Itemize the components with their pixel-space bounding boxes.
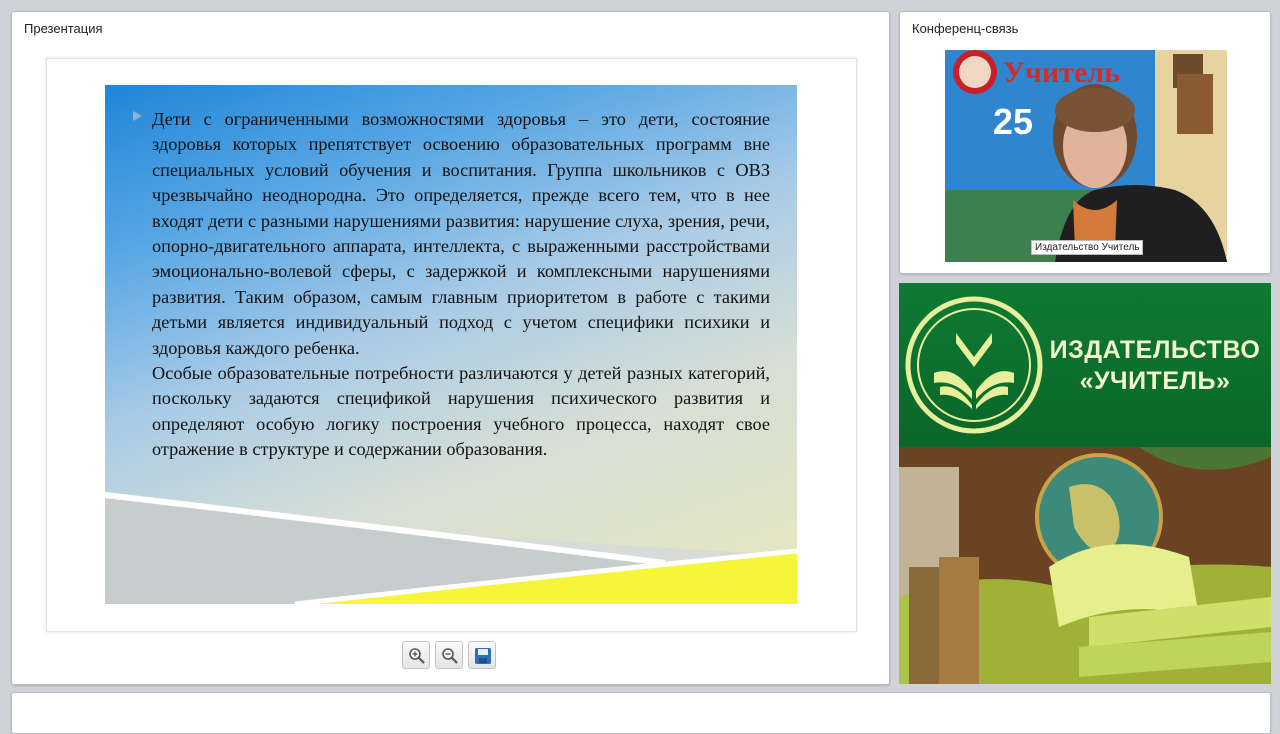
slide-paragraph-1: Дети с ограниченными возможностями здоро…	[152, 109, 770, 358]
slide-paragraph-2: Особые образовательные потребности разли…	[152, 363, 770, 460]
presentation-panel: Презентация Дети с ограниченными возможн…	[11, 11, 890, 685]
banner-header: ИЗДАТЕЛЬСТВО «УЧИТЕЛЬ»	[899, 283, 1271, 447]
save-button[interactable]	[468, 641, 496, 669]
zoom-in-button[interactable]	[402, 641, 430, 669]
video-backdrop-years: 25	[993, 101, 1033, 142]
video-scene: Учитель 25	[945, 50, 1227, 262]
bottom-panel	[11, 692, 1271, 734]
zoom-out-button[interactable]	[435, 641, 463, 669]
video-feed: Учитель 25 Издательство Учитель	[945, 50, 1227, 262]
zoom-in-icon	[409, 648, 425, 664]
publisher-line-2: «УЧИТЕЛЬ»	[1079, 367, 1231, 395]
slide-text: Дети с ограниченными возможностями здоро…	[152, 107, 770, 463]
slide: Дети с ограниченными возможностями здоро…	[105, 85, 797, 604]
publisher-banner: ИЗДАТЕЛЬСТВО «УЧИТЕЛЬ»	[899, 283, 1271, 684]
banner-photo	[899, 447, 1271, 684]
conference-title: Конференц-связь	[912, 21, 1019, 36]
presentation-title: Презентация	[24, 21, 103, 36]
publisher-line-1: ИЗДАТЕЛЬСТВО	[1049, 336, 1261, 364]
slide-frame: Дети с ограниченными возможностями здоро…	[46, 58, 857, 632]
publisher-logo-icon	[905, 296, 1043, 434]
bullet-arrow-icon	[133, 111, 142, 121]
video-backdrop-text: Учитель	[1003, 56, 1120, 89]
publisher-title: ИЗДАТЕЛЬСТВО «УЧИТЕЛЬ»	[1039, 335, 1271, 397]
zoom-out-icon	[442, 648, 458, 664]
books-globe-illustration	[899, 447, 1271, 684]
save-icon	[475, 648, 491, 664]
participant-label: Издательство Учитель	[1031, 240, 1144, 255]
conference-panel: Конференц-связь Учитель 25 Издательство …	[899, 11, 1271, 274]
